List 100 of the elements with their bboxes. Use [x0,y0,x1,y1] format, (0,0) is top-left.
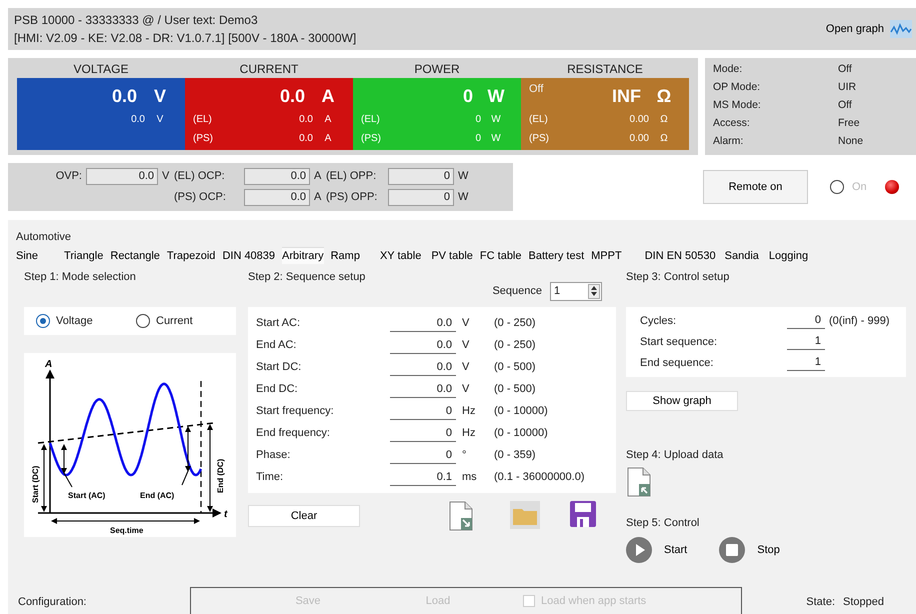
function-tab[interactable]: Triangle [64,248,104,264]
parameter-range: (0 - 250) [494,339,537,351]
function-tab[interactable]: Arbitrary [282,248,324,264]
function-tab[interactable]: DIN EN 50530 [644,248,716,264]
remote-on-button[interactable]: Remote on [703,170,808,204]
step-title: Step 2: Sequence setup [248,271,366,285]
section-label: Automotive [16,231,72,243]
control-input[interactable]: 1 [787,333,825,350]
show-graph-button[interactable]: Show graph [626,391,738,411]
sub-unit: Ω [659,133,669,144]
function-tab[interactable]: Logging [768,248,808,264]
parameter-label: Start DC: [256,361,302,373]
limit-field: 0.0 [86,168,158,184]
function-tab[interactable]: DIN 40839 [222,248,276,264]
diagram-label: End (DC) [216,458,225,493]
source-label: (EL) [361,114,381,125]
parameter-label: Time: [256,471,284,483]
sub-value: 0.0 [298,114,313,125]
parameter-unit: V [462,383,470,395]
meter-value: 0.0 [280,86,305,106]
control-range: (0(inf) - 999) [828,314,891,326]
control-input[interactable]: 1 [787,354,825,371]
control-label: Cycles: [640,314,678,326]
limit-unit: V [161,170,170,182]
parameter-input[interactable]: 0.0 [390,314,456,332]
function-tab[interactable]: PV table [431,248,473,264]
sub-unit: A [324,114,332,125]
parameter-range: (0 - 500) [494,361,537,373]
parameter-label: End DC: [256,383,299,395]
parameter-input[interactable]: 0.1 [390,468,456,486]
meter-heading: RESISTANCE [566,62,644,78]
function-tab[interactable]: Sandia [724,248,759,264]
parameter-input[interactable]: 0.0 [390,358,456,376]
control-label: Start sequence: [640,336,718,348]
sub-value: 0.0 [130,114,145,125]
parameter-label: End AC: [256,339,298,351]
meter-value: 0.0 [112,86,137,106]
start-button[interactable]: Start [626,537,688,563]
source-label: (PS) [529,133,550,144]
parameter-unit: V [462,361,470,373]
sub-unit: W [490,114,502,125]
function-tab[interactable]: Rectangle [110,248,160,264]
meter-value: 0 [462,86,473,106]
sub-value: 0.00 [628,114,649,125]
function-tab[interactable]: FC table [480,248,522,264]
limit-label: (EL) OCP: [174,170,226,182]
meter-heading: POWER [413,62,461,78]
clear-button[interactable]: Clear [248,505,360,527]
limit-label: (PS) OCP: [174,191,227,203]
version-info: [HMI: V2.09 - KE: V2.08 - DR: V1.0.7.1] [500V - 180A - 30000W] [14,31,358,45]
function-tab[interactable]: Ramp [330,248,360,264]
parameter-input[interactable]: 0 [390,402,456,420]
mode-label: Current [156,315,193,327]
parameter-input[interactable]: 0 [390,446,456,464]
parameter-unit: ms [462,471,478,483]
function-tab[interactable]: Trapezoid [166,248,216,264]
device-title: PSB 10000 - 33333333 @ / User text: Demo3 [14,13,259,27]
limit-label: OVP: [54,170,83,182]
status-label: Alarm: [713,135,744,149]
status-value: UIR [838,81,858,95]
meter-unit: W [486,86,506,106]
status-label: Mode: [713,63,744,77]
status-value: Off [838,99,853,113]
parameter-label: End frequency: [256,427,331,439]
step-title: Step 1: Mode selection [24,271,137,285]
status-value: Free [838,117,861,131]
sequence-spinner[interactable]: 1 [550,282,602,300]
parameter-input[interactable]: 0.0 [390,380,456,398]
parameter-input[interactable]: 0 [390,424,456,442]
parameter-label: Phase: [256,449,292,461]
meter-status: Off [529,83,544,95]
sub-value: 0 [474,133,481,144]
sequence-label: Sequence [492,285,542,297]
parameter-range: (0.1 - 36000000.0) [494,471,586,483]
sub-unit: V [156,114,164,125]
parameter-range: (0 - 359) [494,449,537,461]
state-label: State: [806,596,836,608]
function-tab[interactable]: MPPT [591,248,622,264]
parameter-range: (0 - 10000) [494,427,549,439]
limit-label: (PS) OPP: [326,191,378,203]
meter-unit: Ω [656,86,672,106]
function-tab[interactable]: XY table [380,248,422,264]
stop-button[interactable]: Stop [719,537,780,563]
step-title: Step 3: Control setup [626,271,730,285]
parameter-label: Start frequency: [256,405,335,417]
source-label: (PS) [361,133,382,144]
function-tab[interactable]: Battery test [528,248,584,264]
open-graph-button[interactable]: Open graph [826,20,912,38]
on-label: On [852,181,867,193]
meter-value: INF [612,86,641,106]
status-value: None [838,135,864,149]
status-label: Access: [713,117,751,131]
diagram-label: Start (AC) [68,491,106,500]
parameter-input[interactable]: 0.0 [390,336,456,354]
parameter-unit: ° [462,449,468,461]
parameter-unit: V [462,339,470,351]
control-input[interactable]: 0 [787,312,825,329]
function-tab[interactable]: Sine [16,248,38,264]
limit-field: 0.0 [244,188,310,206]
status-value: Off [838,63,853,77]
